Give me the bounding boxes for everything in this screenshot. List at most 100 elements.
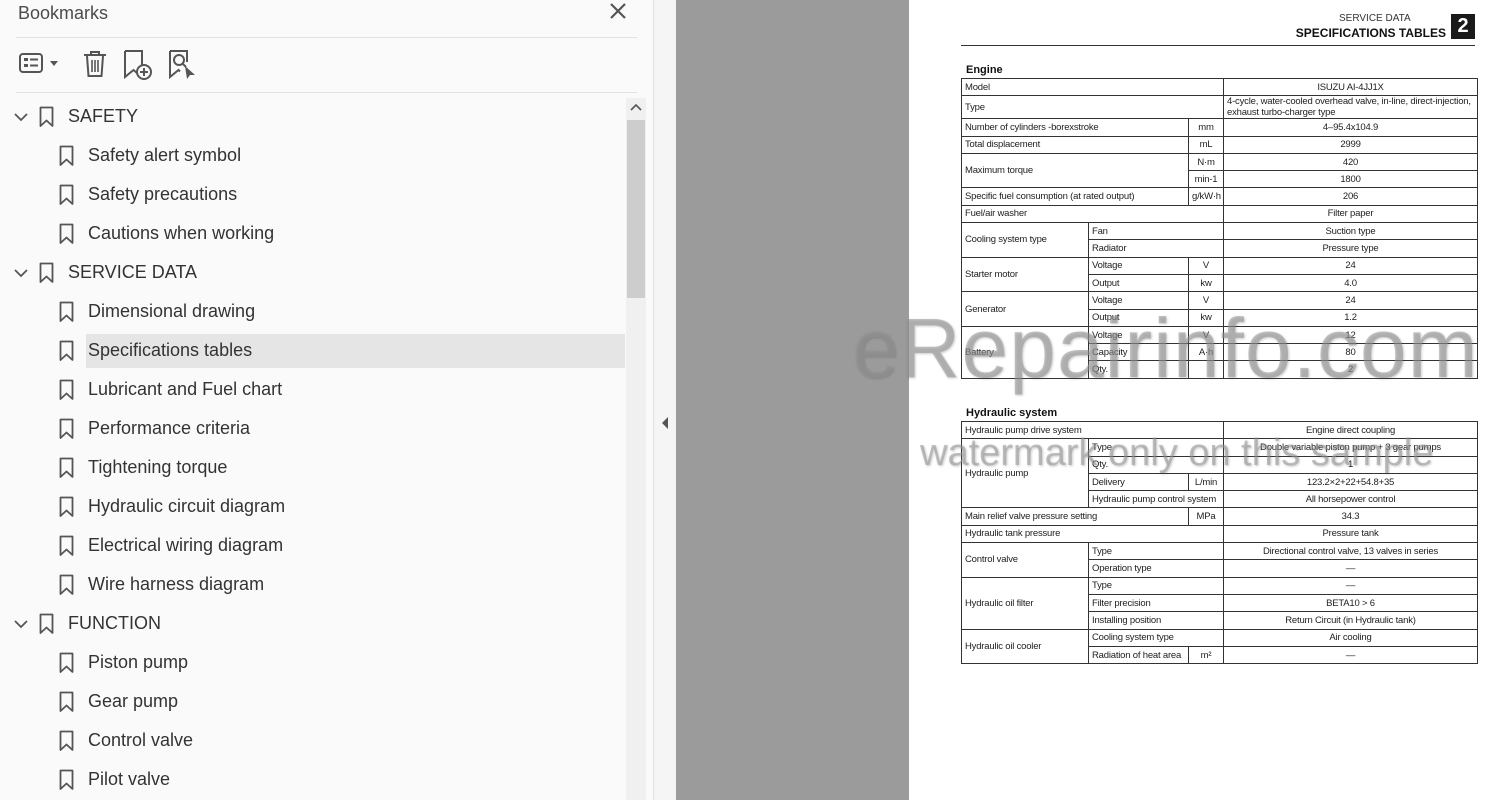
bookmark-icon [59,730,74,751]
find-bookmark-icon [169,50,195,80]
bookmarks-scrollbar[interactable] [626,98,646,800]
table-cell: 1800 [1223,170,1478,189]
bookmark-item[interactable]: Safety alert symbol [0,137,626,173]
table-cell: ISUZU AI-4JJ1X [1223,77,1478,97]
bookmark-item[interactable]: Dimensional drawing [0,293,626,329]
table-cell: 34.3 [1223,507,1478,526]
page-header-section: SERVICE DATA [1339,13,1411,24]
table-cell: Qty. [1088,360,1189,379]
bookmark-label: Tightening torque [88,457,228,477]
table-cell: Voltage [1088,325,1189,345]
bookmark-item[interactable]: Cautions when working [0,215,626,251]
bookmark-group[interactable]: SAFETY [0,98,626,134]
bookmark-icon [59,652,74,673]
bookmark-label: Safety alert symbol [88,145,242,165]
bookmark-label: Cautions when working [88,223,275,243]
bookmark-item[interactable]: Hydraulic circuit diagram [0,488,626,524]
table-row: Total displacement mL 2999 [961,135,1478,154]
bookmark-label: Control valve [88,730,194,750]
scroll-thumb[interactable] [627,120,645,298]
table-cell: 4-cycle, water-cooled overhead valve, in… [1223,95,1478,120]
bookmark-icon [59,340,74,361]
table-row: Hydraulic pump Type Double variable piston… [961,438,1478,509]
table-cell: Type [1088,542,1224,561]
bookmark-item[interactable]: Wire harness diagram [0,566,626,602]
bookmark-item[interactable]: Tightening torque [0,449,626,485]
bookmark-item[interactable]: Control valve [0,722,626,758]
bookmark-item[interactable]: Performance criteria [0,410,626,446]
table-cell: V [1188,256,1224,275]
table-cell: Filter paper [1223,204,1478,224]
options-menu-button[interactable] [16,48,62,80]
add-bookmark-icon [124,50,152,80]
table-cell: Directional control valve, 13 valves in … [1223,542,1478,561]
bookmark-item[interactable]: Pilot valve [0,761,626,797]
panel-splitter[interactable] [654,0,676,800]
table-cell: kw [1188,273,1224,293]
engine-spec-table: Model ISUZU AI-4JJ1X Type 4-cycle, water-co… [961,77,1478,379]
bookmark-item[interactable]: Safety precautions [0,176,626,212]
close-panel-button[interactable] [606,0,632,26]
bookmark-label: Pilot valve [88,769,171,789]
table-cell: Suction type [1223,222,1478,241]
table-cell: BETA10 > 6 [1223,593,1478,613]
bookmark-tree: SAFETY Safety alert symbol Safety precauti… [0,98,626,800]
triangle-left-icon [662,417,668,429]
bookmark-label: Dimensional drawing [88,301,256,321]
bookmark-icon [59,691,74,712]
bookmark-label: Specifications tables [88,340,253,360]
find-current-bookmark-button[interactable] [165,48,201,80]
table-cell: Specific fuel consumption (at rated outp… [961,187,1189,206]
table-cell: mL [1188,135,1224,154]
table-cell: Output [1088,273,1189,293]
bookmark-group[interactable]: SERVICE DATA [0,254,626,290]
table-cell: 2999 [1223,135,1478,154]
bookmark-icon [59,418,74,439]
table-row: Type 4-cycle, water-cooled overhead valve… [961,95,1478,120]
table-cell: 12 [1223,325,1478,345]
chapter-number: 2 [1451,14,1475,39]
collapse-panel-button[interactable] [661,416,669,430]
bookmark-group[interactable]: FUNCTION [0,605,626,641]
table-cell: Total displacement [961,135,1189,154]
chevron-up-icon [630,103,642,111]
bookmark-icon [59,145,74,166]
table-cell: V [1188,325,1224,345]
table-cell: Cooling system type [961,222,1089,258]
bookmark-icon [59,301,74,322]
table-row: Main relief valve pressure setting MPa 34.… [961,507,1478,526]
table-row: Generator Voltage V 24 [961,291,1478,327]
bookmark-item[interactable]: Gear pump [0,683,626,719]
table-cell: Main relief valve pressure setting [961,507,1189,526]
list-options-icon [19,53,58,73]
hydraulic-spec-table: Hydraulic pump drive system Engine direct… [961,420,1478,665]
table-cell: — [1223,645,1478,665]
table-cell: — [1223,559,1478,578]
table-cell: 24 [1223,256,1478,275]
table-row: Model ISUZU AI-4JJ1X [961,77,1478,97]
add-bookmark-button[interactable] [120,48,156,80]
chevron-down-icon[interactable] [13,618,29,630]
bookmark-item[interactable]: Electrical wiring diagram [0,527,626,563]
bookmark-label: SAFETY [68,106,139,126]
table-row: Specific fuel consumption (at rated outp… [961,187,1478,206]
table-cell: mm [1188,118,1224,137]
table-cell: Type [961,95,1224,120]
bookmark-item[interactable]: Specifications tables [0,332,626,368]
table-cell: Output [1088,308,1189,327]
scroll-up-button[interactable] [626,98,646,118]
table-cell: Hydraulic pump [961,438,1089,509]
page-header-title: SPECIFICATIONS TABLES [1295,26,1446,40]
delete-bookmark-button[interactable] [80,48,110,80]
table-cell: Hydraulic oil cooler [961,628,1089,665]
table-cell: Hydraulic pump drive system [961,420,1224,440]
chevron-down-icon[interactable] [13,111,29,123]
bookmark-item[interactable]: Lubricant and Fuel chart [0,371,626,407]
table-cell: Fan [1088,222,1224,241]
table-cell: Radiator [1088,239,1224,258]
table-cell: A·h [1188,343,1224,362]
chevron-down-icon[interactable] [13,267,29,279]
bookmark-item[interactable]: Piston pump [0,644,626,680]
bookmark-label: SERVICE DATA [68,262,198,282]
bookmark-icon [59,223,74,244]
